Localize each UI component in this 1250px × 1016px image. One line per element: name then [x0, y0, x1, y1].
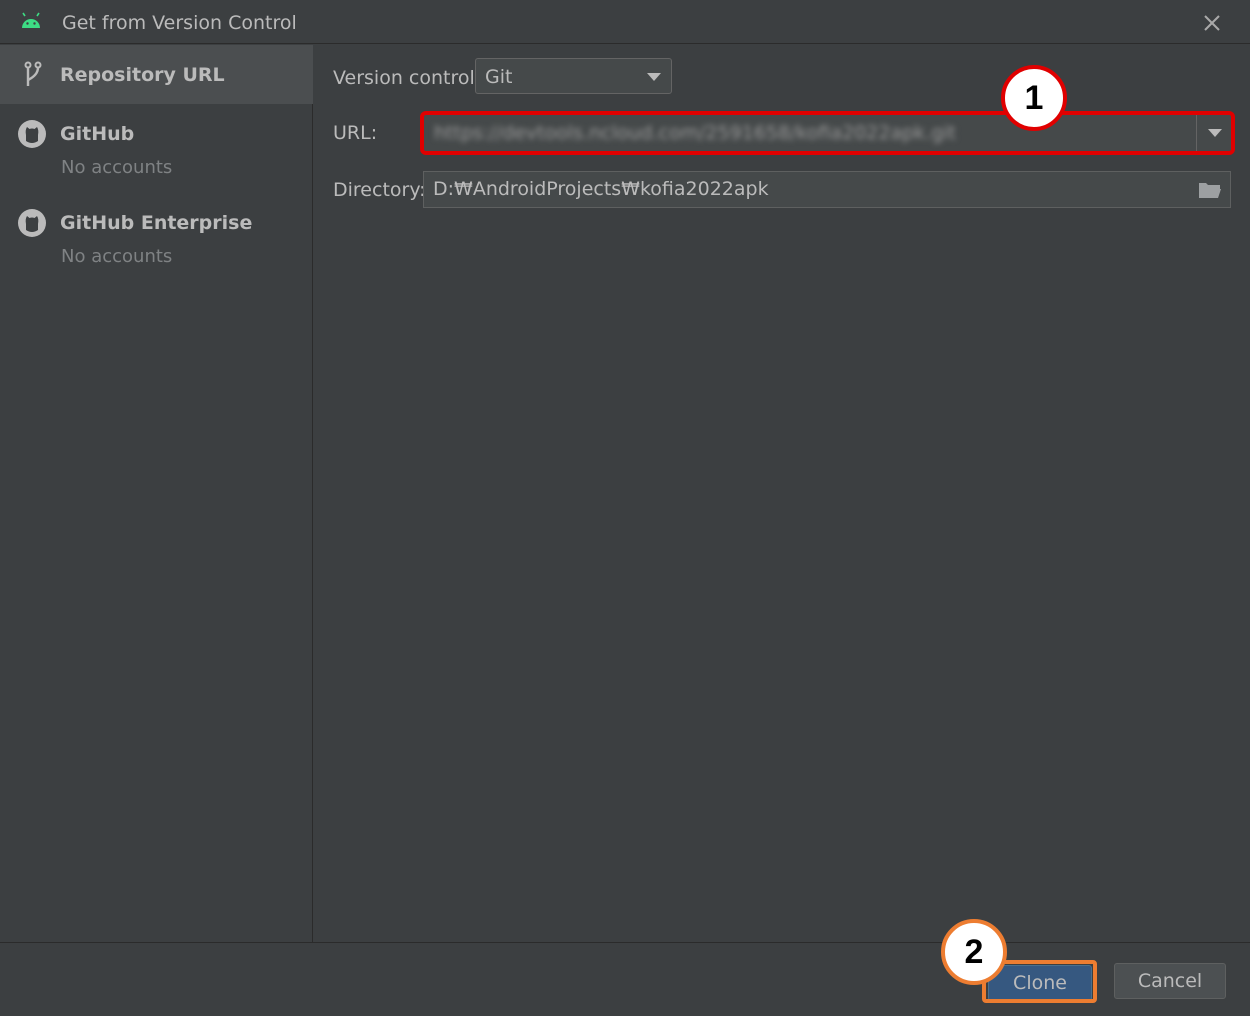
sidebar-item-github[interactable]: GitHub No accounts: [0, 104, 313, 193]
divider: [1196, 114, 1197, 152]
url-label: URL:: [333, 122, 378, 144]
main-panel: Version control: Git URL: https://devtoo…: [314, 45, 1250, 942]
url-input[interactable]: https://devtools.ncloud.com/2591658/kofi…: [423, 113, 1233, 153]
version-control-dropdown[interactable]: Git: [475, 58, 672, 94]
chevron-down-icon: [647, 73, 661, 81]
callout-badge-2: 2: [941, 919, 1007, 985]
sidebar: Repository URL GitHub No accounts GitHub…: [0, 45, 313, 942]
folder-icon[interactable]: [1198, 181, 1222, 199]
sidebar-item-label: GitHub Enterprise: [60, 212, 253, 234]
title-bar: Get from Version Control: [0, 0, 1250, 44]
cancel-button[interactable]: Cancel: [1114, 963, 1226, 999]
clone-button[interactable]: Clone: [988, 965, 1092, 1001]
close-icon[interactable]: [1200, 11, 1224, 35]
github-icon: [18, 209, 46, 237]
callout-badge-1: 1: [1001, 65, 1067, 131]
sidebar-item-sublabel: No accounts: [61, 157, 173, 178]
sidebar-item-sublabel: No accounts: [61, 246, 173, 267]
directory-input[interactable]: D:₩AndroidProjects₩kofia2022apk: [423, 171, 1231, 208]
version-control-label: Version control:: [333, 67, 482, 89]
directory-value: D:₩AndroidProjects₩kofia2022apk: [433, 178, 769, 200]
sidebar-item-label: Repository URL: [60, 64, 225, 86]
github-icon: [18, 120, 46, 148]
dialog-footer: Clone Cancel: [0, 942, 1250, 1016]
directory-label: Directory:: [333, 179, 426, 201]
chevron-down-icon[interactable]: [1208, 129, 1222, 137]
vcs-branch-icon: [24, 61, 42, 86]
android-icon: [22, 12, 40, 28]
window-title: Get from Version Control: [62, 12, 297, 34]
sidebar-item-repository-url[interactable]: Repository URL: [0, 45, 313, 104]
url-value: https://devtools.ncloud.com/2591658/kofi…: [434, 122, 956, 144]
sidebar-item-label: GitHub: [60, 123, 135, 145]
sidebar-item-github-enterprise[interactable]: GitHub Enterprise No accounts: [0, 193, 313, 282]
version-control-value: Git: [485, 66, 513, 88]
